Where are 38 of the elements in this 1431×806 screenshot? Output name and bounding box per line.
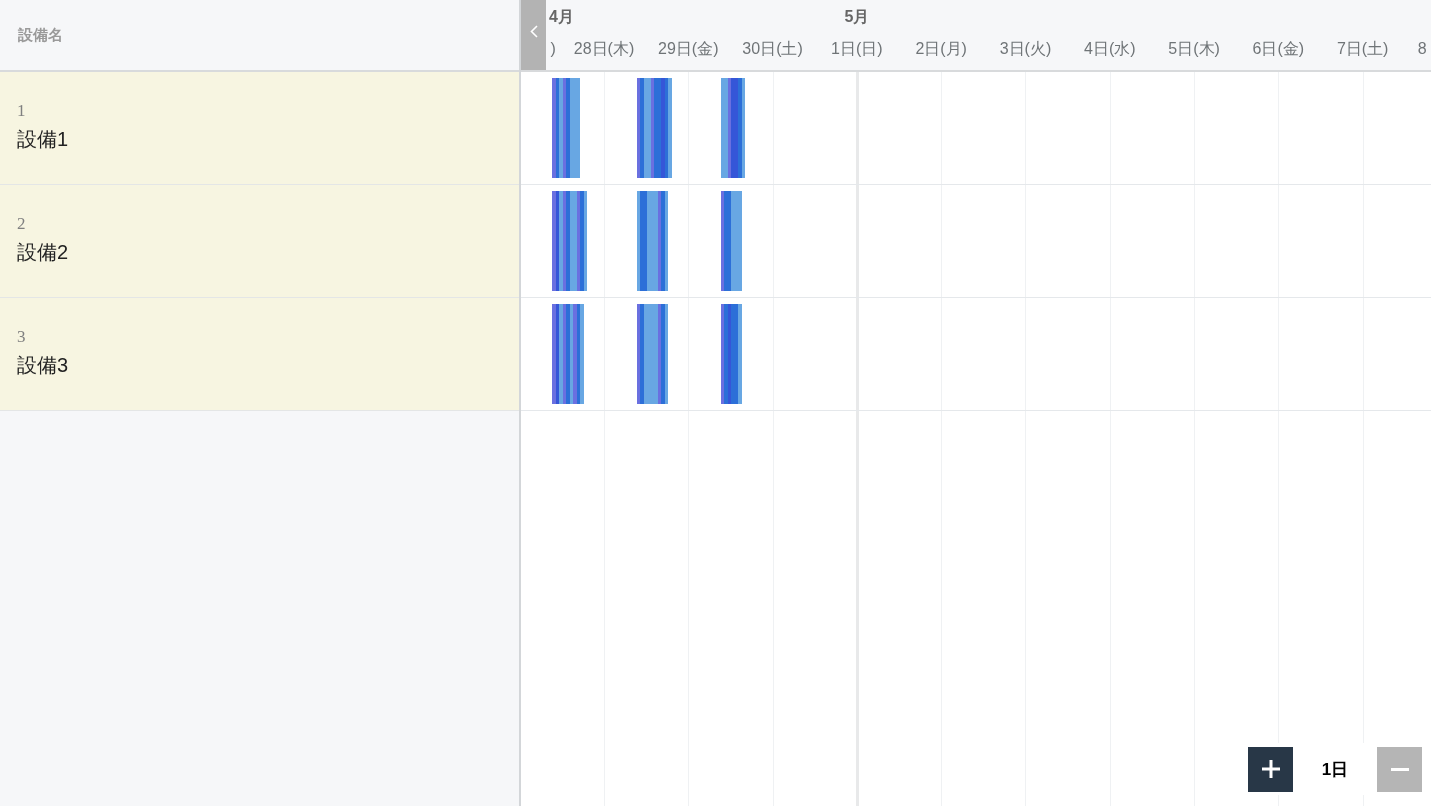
day-label: 28日(木): [573, 39, 635, 59]
booking-slot[interactable]: [720, 191, 725, 291]
day-label: 30日(土): [742, 39, 803, 59]
plus-icon: [1261, 760, 1280, 778]
day-label: 1日(日): [831, 39, 883, 59]
equipment-name: 設備3: [17, 353, 69, 378]
zoom-level: 1日: [1320, 758, 1350, 781]
equipment-name: 設備1: [17, 127, 69, 152]
day-label: 29日(金): [658, 39, 719, 59]
column-header: 設備名: [18, 25, 63, 45]
booking-slot[interactable]: [720, 304, 725, 404]
month-label: 4月: [549, 6, 574, 27]
booking-slot[interactable]: [741, 78, 746, 178]
day-label: 7日(土): [1336, 39, 1389, 59]
booking-slot[interactable]: [636, 304, 640, 404]
day-label: 4日(水): [1084, 39, 1136, 59]
day-label: 2日(月): [915, 39, 967, 59]
day-label: 3日(火): [999, 39, 1052, 59]
chevron-left-icon: [529, 25, 538, 38]
day-label: 5日(木): [1168, 39, 1220, 59]
equipment-row[interactable]: 1 設備1: [0, 72, 519, 185]
equipment-row[interactable]: 2 設備2: [0, 185, 519, 298]
day-label: 8: [1417, 39, 1427, 59]
equipment-name: 設備2: [17, 240, 69, 265]
month-label: 5月: [844, 6, 870, 27]
day-label: ): [550, 39, 556, 59]
row-number: 1: [17, 101, 26, 121]
equipment-row[interactable]: 3 設備3: [0, 298, 519, 411]
day-label: 6日(金): [1252, 39, 1305, 59]
collapse-button[interactable]: [521, 0, 546, 70]
minus-icon: [1390, 767, 1409, 771]
row-number: 3: [17, 327, 26, 347]
booking-slot[interactable]: [720, 78, 725, 178]
row-number: 2: [17, 214, 26, 234]
booking-slot[interactable]: [636, 78, 640, 178]
zoom-in-button[interactable]: [1248, 746, 1293, 792]
booking-slot[interactable]: [636, 191, 640, 291]
booking-slot[interactable]: [727, 78, 732, 178]
